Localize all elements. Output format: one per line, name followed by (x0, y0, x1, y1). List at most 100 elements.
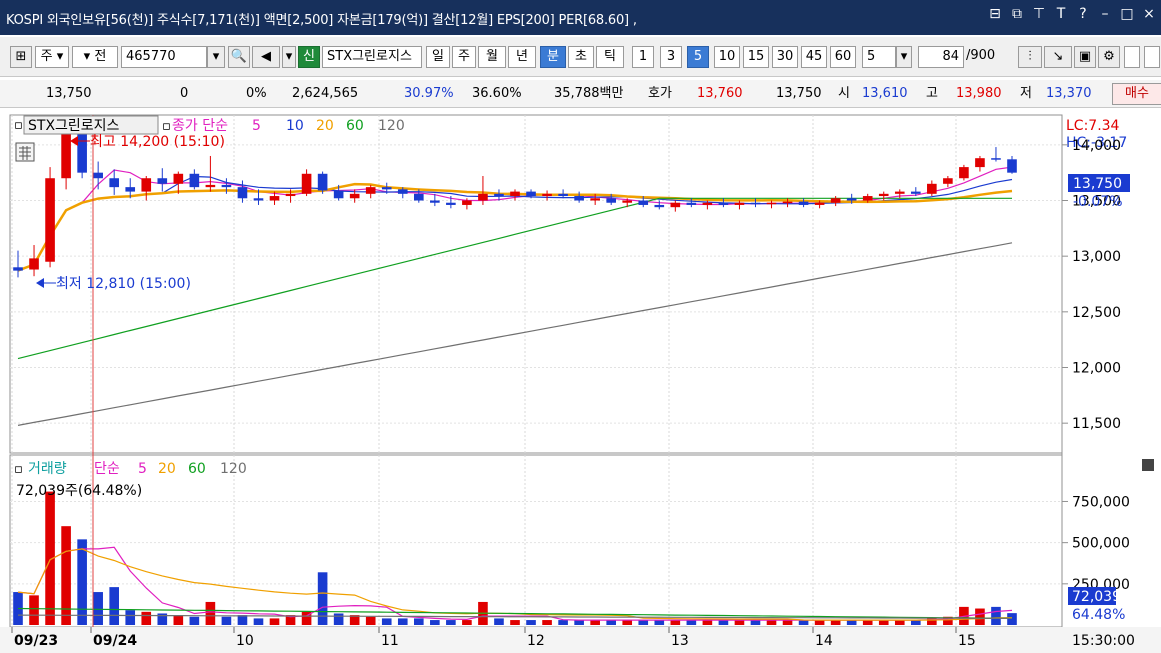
candle-body (959, 167, 969, 179)
candle-body (686, 202, 697, 205)
candle-body (237, 187, 248, 199)
gear-icon[interactable]: ⚙ (1098, 46, 1120, 68)
close-icon[interactable]: × (1141, 6, 1157, 22)
candle-body (862, 196, 873, 201)
price-change-pct: 0% (246, 86, 267, 101)
candle-body (301, 173, 312, 194)
tab-second[interactable]: 초 (568, 46, 594, 68)
candle-body (558, 193, 568, 197)
tab-week[interactable]: 주 (452, 46, 476, 68)
stock-name-field: STX그린로지스 (322, 46, 422, 68)
volume-legend-ma20: 20 (158, 461, 176, 477)
candle-body (606, 198, 617, 203)
jeon-label: 전 (94, 49, 107, 64)
credit-badge: 신 (298, 46, 320, 68)
minute-45[interactable]: 45 (801, 46, 827, 68)
interval-dropdown[interactable]: ▾ (896, 46, 912, 68)
price-legend-ma60: 60 (346, 118, 364, 134)
x-tick-label: 14 (815, 633, 833, 649)
tab-tick[interactable]: 틱 (596, 46, 624, 68)
option-checkbox[interactable] (1124, 46, 1140, 68)
speaker-dropdown[interactable]: ▾ (282, 46, 296, 68)
tab-day[interactable]: 일 (426, 46, 450, 68)
minute-10[interactable]: 10 (714, 46, 740, 68)
period-select[interactable]: 주 ▾ (35, 46, 69, 68)
volume-bar (253, 618, 264, 625)
panel-toggle-icon[interactable]: ⊞ (10, 46, 32, 68)
price-legend-ma5: 5 (252, 118, 261, 134)
drawing-tool-icon[interactable]: ↘ (1044, 46, 1072, 68)
candle-body (894, 191, 905, 194)
volume-bar (189, 616, 200, 625)
candle-body (542, 193, 552, 197)
count-input[interactable]: 84 (918, 46, 964, 68)
volume-bar (622, 620, 633, 625)
chart-svg[interactable]: ▫ STX그린로지스 ▫ 종가 단순 5 10 20 60 120 최고 14,… (0, 113, 1161, 653)
minute-60[interactable]: 60 (830, 46, 856, 68)
volume-bar (237, 615, 248, 625)
price-legend-prefix: 종가 단순 (172, 118, 228, 134)
x-tick-label: 10 (236, 633, 254, 649)
high-label: 고 (926, 86, 938, 101)
minute-5[interactable]: 5 (687, 46, 709, 68)
pin-icon[interactable]: ⊤ (1031, 6, 1047, 22)
minute-1[interactable]: 1 (632, 46, 654, 68)
time-label: 15:30:00 (1072, 633, 1135, 649)
buy-button[interactable]: 매수 (1112, 83, 1161, 105)
price-legend-marker: ▫ (162, 119, 171, 134)
stock-code-input[interactable]: 465770 (121, 46, 207, 68)
volume-bar (894, 620, 905, 625)
option-checkbox-2[interactable] (1144, 46, 1160, 68)
tab-minute[interactable]: 분 (540, 46, 566, 68)
candle-body (702, 202, 713, 205)
candle-body (766, 202, 777, 205)
price-y-tick-label: 14,000 (1072, 138, 1121, 154)
candle-body (927, 183, 937, 194)
volume-bar (61, 526, 71, 625)
open-label: 시 (838, 86, 850, 101)
candle-body (878, 193, 889, 197)
split-icon[interactable]: ⊟ (987, 6, 1003, 22)
price-panel-stock-name: STX그린로지스 (28, 118, 120, 134)
price-y-tick-label: 12,000 (1072, 361, 1121, 377)
volume-bar (862, 620, 873, 625)
font-icon[interactable]: T (1053, 6, 1069, 22)
stock-code-dropdown[interactable]: ▾ (207, 46, 225, 68)
volume-bar (1007, 613, 1017, 625)
volume-tag-value: 72,039 (1072, 589, 1121, 605)
candle-body (430, 200, 440, 203)
minimize-icon[interactable]: – (1097, 6, 1113, 22)
minute-15[interactable]: 15 (743, 46, 769, 68)
speaker-icon[interactable]: ◀ (252, 46, 280, 68)
tab-year[interactable]: 년 (508, 46, 536, 68)
jeon-select[interactable]: ▾ 전 (72, 46, 118, 68)
indicator-icon[interactable]: ⫶ (1018, 46, 1042, 68)
chart-area[interactable]: ▫ STX그린로지스 ▫ 종가 단순 5 10 20 60 120 최고 14,… (0, 113, 1161, 653)
candle-body (590, 198, 600, 201)
volume-bar (365, 616, 376, 625)
save-icon[interactable]: ▣ (1074, 46, 1096, 68)
search-icon[interactable]: 🔍 (228, 46, 250, 68)
candle-body (1007, 159, 1017, 173)
open-price: 13,610 (862, 86, 908, 101)
minute-30[interactable]: 30 (772, 46, 798, 68)
help-icon[interactable]: ? (1075, 6, 1091, 22)
volume-bar (638, 620, 649, 625)
volume-bar (702, 620, 713, 625)
volume-panel-frame (9, 454, 1063, 628)
maximize-icon[interactable]: □ (1119, 6, 1135, 22)
minute-3[interactable]: 3 (660, 46, 682, 68)
price-legend-ma10: 10 (286, 118, 304, 134)
volume-bar (718, 620, 729, 625)
price-tag-value: 13,750 (1073, 176, 1122, 192)
volume-legend-ma120: 120 (220, 461, 247, 477)
x-tick-label: 09/24 (93, 633, 137, 649)
collapse-icon[interactable] (1142, 459, 1154, 471)
volume-bar (991, 606, 1001, 625)
interval-input[interactable]: 5 (862, 46, 896, 68)
popup-icon[interactable]: ⧉ (1009, 6, 1025, 22)
candle-body (61, 133, 71, 179)
tab-month[interactable]: 월 (478, 46, 506, 68)
volume-bar (269, 618, 280, 625)
candle-body (654, 204, 665, 208)
